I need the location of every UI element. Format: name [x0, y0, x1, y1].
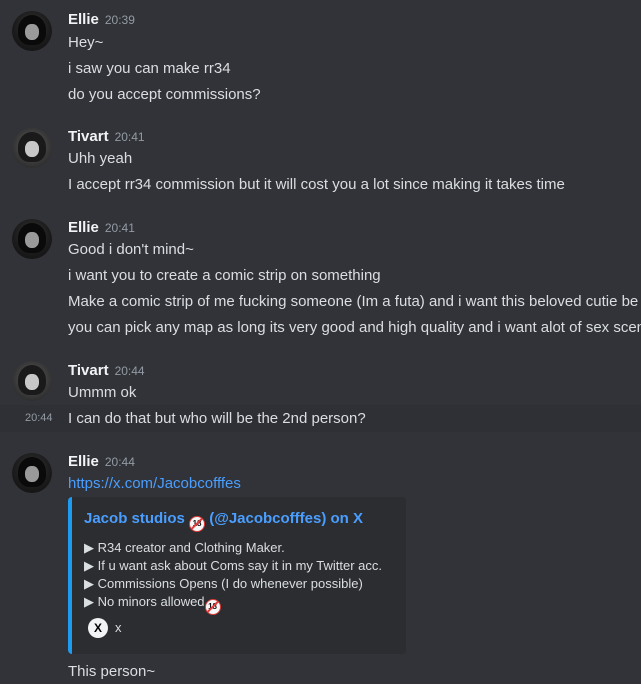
embed-desc-line-with-badge: ▶ No minors allowed 18 — [84, 594, 221, 615]
embed-desc-text: ▶ No minors allowed — [84, 594, 205, 609]
message-text: Make a comic strip of me fucking someone… — [68, 293, 639, 310]
message-text: you can pick any map as long its very go… — [68, 319, 641, 336]
twitter-link[interactable]: https://x.com/Jacobcofffes — [68, 475, 241, 492]
username[interactable]: Ellie — [68, 453, 99, 470]
message-text: Good i don't mind~ — [68, 241, 194, 258]
embed-title[interactable]: Jacob studios 18 (@Jacobcofffes) on X — [84, 510, 363, 532]
ellie-avatar[interactable] — [12, 219, 52, 259]
message-header: Tivart 20:44 — [68, 362, 145, 380]
username[interactable]: Ellie — [68, 11, 99, 28]
ellie-avatar[interactable] — [12, 453, 52, 493]
embed-desc-line: ▶ Commissions Opens (I do whenever possi… — [84, 576, 363, 591]
tivart-avatar[interactable] — [12, 361, 52, 401]
timestamp[interactable]: 20:41 — [105, 221, 135, 235]
timestamp[interactable]: 20:41 — [115, 130, 145, 144]
message-text: i want you to create a comic strip on so… — [68, 267, 381, 284]
username[interactable]: Tivart — [68, 128, 109, 145]
hover-timestamp: 20:44 — [25, 412, 53, 424]
message-text: Ummm ok — [68, 384, 137, 401]
username[interactable]: Tivart — [68, 362, 109, 379]
message-text: i saw you can make rr34 — [68, 60, 231, 77]
embed-footer-text: x — [115, 620, 122, 635]
embed-title-left[interactable]: Jacob studios — [84, 510, 185, 527]
x-logo-icon: X — [88, 618, 108, 638]
message-link-line: https://x.com/Jacobcofffes — [68, 475, 241, 492]
embed-desc-line: ▶ If u want ask about Coms say it in my … — [84, 558, 383, 573]
message-header: Tivart 20:41 — [68, 128, 145, 146]
message-text: I can do that but who will be the 2nd pe… — [68, 410, 366, 427]
message-header: Ellie 20:41 — [68, 219, 135, 237]
message-text: Uhh yeah — [68, 150, 133, 167]
embed-desc-line: ▶ R34 creator and Clothing Maker. — [84, 540, 285, 555]
timestamp[interactable]: 20:39 — [105, 13, 135, 27]
username[interactable]: Ellie — [68, 219, 99, 236]
embed-title-right[interactable]: (@Jacobcofffes) on X — [209, 510, 363, 527]
message-header: Ellie 20:44 — [68, 453, 135, 471]
timestamp[interactable]: 20:44 — [105, 455, 135, 469]
message-header: Ellie 20:39 — [68, 11, 135, 29]
tivart-avatar[interactable] — [12, 128, 52, 168]
timestamp[interactable]: 20:44 — [115, 364, 145, 378]
link-embed: Jacob studios 18 (@Jacobcofffes) on X ▶ … — [68, 497, 406, 654]
ellie-avatar[interactable] — [12, 11, 52, 51]
adult-18-icon: 18 — [204, 599, 221, 615]
message-text: Hey~ — [68, 34, 104, 51]
message-text: I accept rr34 commission but it will cos… — [68, 176, 565, 193]
message-text: do you accept commissions? — [68, 86, 261, 103]
adult-18-icon: 18 — [189, 516, 206, 532]
message-text: This person~ — [68, 663, 156, 680]
